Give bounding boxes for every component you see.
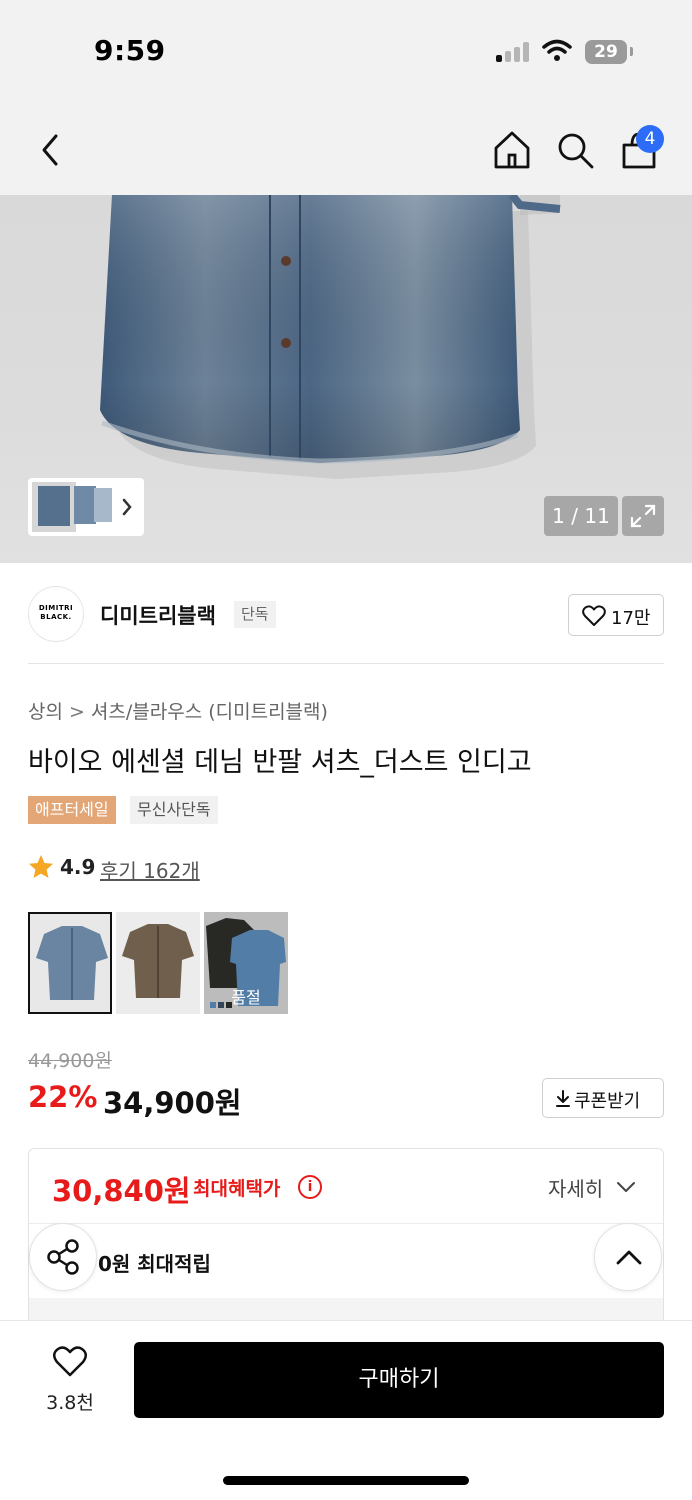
brand-logo-line1: DIMITRI — [38, 604, 74, 612]
original-price: 44,900원 — [28, 1050, 112, 1072]
breadcrumb-separator: > — [68, 701, 85, 723]
battery-icon: 29 — [585, 40, 627, 64]
breadcrumb-subcategory[interactable]: 셔츠/블라우스 (디미트리블랙) — [91, 701, 328, 723]
thumbnail-images — [32, 482, 132, 532]
product-title: 바이오 에센셜 데님 반팔 셔츠_더스트 인디고 — [28, 747, 532, 778]
color-swatch-brown[interactable] — [116, 912, 200, 1014]
benefit-divider — [29, 1223, 663, 1224]
chevron-down-icon — [617, 1182, 635, 1192]
soldout-label: 품절 — [231, 988, 261, 1007]
cellular-signal-icon — [496, 42, 532, 62]
brand-exclusive-tag: 단독 — [234, 601, 276, 628]
color-swatch-indigo[interactable] — [28, 912, 112, 1014]
max-benefit-price: 30,840원 — [52, 1174, 191, 1208]
detail-label: 자세히 — [548, 1177, 604, 1201]
brand-logo-line2: BLACK. — [40, 613, 72, 621]
wishlist-button[interactable]: 3.8천 — [28, 1342, 112, 1418]
divider — [28, 663, 664, 664]
back-button[interactable] — [28, 128, 72, 172]
home-button[interactable] — [490, 128, 534, 172]
share-icon — [47, 1239, 79, 1275]
chevron-left-icon — [42, 134, 58, 166]
info-icon[interactable]: i — [298, 1175, 322, 1199]
color-swatch-multi[interactable]: 품절 — [204, 912, 288, 1014]
rating-score: 4.9 — [60, 855, 96, 879]
image-thumbnail-strip[interactable] — [28, 478, 144, 536]
share-button[interactable] — [29, 1223, 97, 1291]
max-benefit-label: 최대혜택가 — [193, 1178, 281, 1200]
coupon-download-button[interactable]: 쿠폰받기 — [542, 1078, 664, 1118]
buy-button[interactable]: 구매하기 — [134, 1342, 664, 1418]
status-time: 9:59 — [94, 34, 166, 67]
cart-count-badge: 4 — [636, 125, 664, 153]
image-counter: 1 / 11 — [544, 496, 618, 536]
swatch-image — [116, 912, 200, 1014]
wishlist-count: 3.8천 — [46, 1392, 94, 1414]
heart-icon — [582, 605, 606, 626]
wifi-icon — [542, 39, 572, 61]
brand-name[interactable]: 디미트리블랙 — [100, 600, 216, 630]
sale-price: 34,900원 — [103, 1086, 242, 1120]
search-button[interactable] — [553, 128, 597, 172]
brand-like-button[interactable]: 17만 — [568, 594, 664, 636]
benefit-detail-toggle[interactable]: 자세히 — [548, 1173, 635, 1202]
swatch-image — [30, 914, 110, 1012]
battery-tip — [630, 47, 633, 56]
breadcrumb-category[interactable]: 상의 — [28, 701, 63, 723]
expand-icon — [630, 504, 656, 528]
home-icon — [494, 131, 530, 169]
aftersale-badge: 애프터세일 — [28, 796, 116, 824]
review-count-link[interactable]: 후기 162개 — [100, 855, 200, 884]
search-icon — [558, 133, 594, 169]
expand-button[interactable] — [622, 496, 664, 536]
chevron-up-icon — [616, 1250, 642, 1265]
exclusive-badge: 무신사단독 — [130, 796, 218, 824]
discount-rate: 22% — [28, 1080, 98, 1114]
scroll-top-button[interactable] — [594, 1223, 662, 1291]
heart-icon — [53, 1346, 87, 1377]
brand-like-count: 17만 — [611, 608, 651, 629]
star-icon — [29, 855, 53, 878]
download-icon — [556, 1090, 570, 1107]
breadcrumb: 상의 > 셔츠/블라우스 (디미트리블랙) — [28, 697, 328, 724]
coupon-label: 쿠폰받기 — [574, 1091, 641, 1112]
max-points: 0원 최대적립 — [98, 1252, 211, 1276]
brand-logo[interactable]: DIMITRI BLACK. — [28, 586, 84, 642]
home-indicator — [223, 1476, 469, 1485]
